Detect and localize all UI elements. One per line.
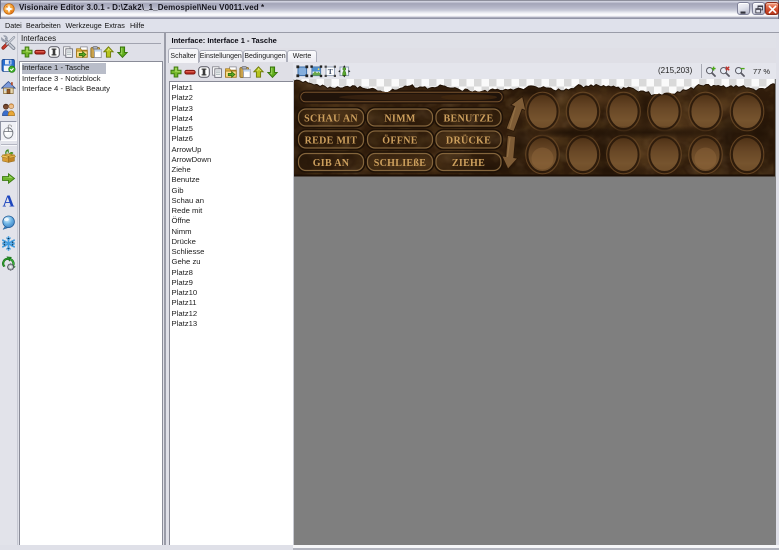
svg-text:BENUTZE: BENUTZE	[443, 114, 493, 125]
svg-text:NIMM: NIMM	[384, 114, 415, 125]
svg-text:ÖFFNE: ÖFFNE	[382, 134, 417, 147]
svg-text:DRÜCKE: DRÜCKE	[445, 134, 490, 147]
svg-text:GIB AN: GIB AN	[312, 158, 349, 169]
svg-text:A: A	[2, 193, 14, 208]
svg-text:T: T	[328, 67, 333, 76]
svg-text:REDE MIT: REDE MIT	[304, 136, 357, 147]
svg-text:ZIEHE: ZIEHE	[451, 158, 484, 169]
svg-text:SCHLIEßE: SCHLIEßE	[373, 158, 425, 169]
svg-text:SCHAU AN: SCHAU AN	[304, 114, 358, 125]
